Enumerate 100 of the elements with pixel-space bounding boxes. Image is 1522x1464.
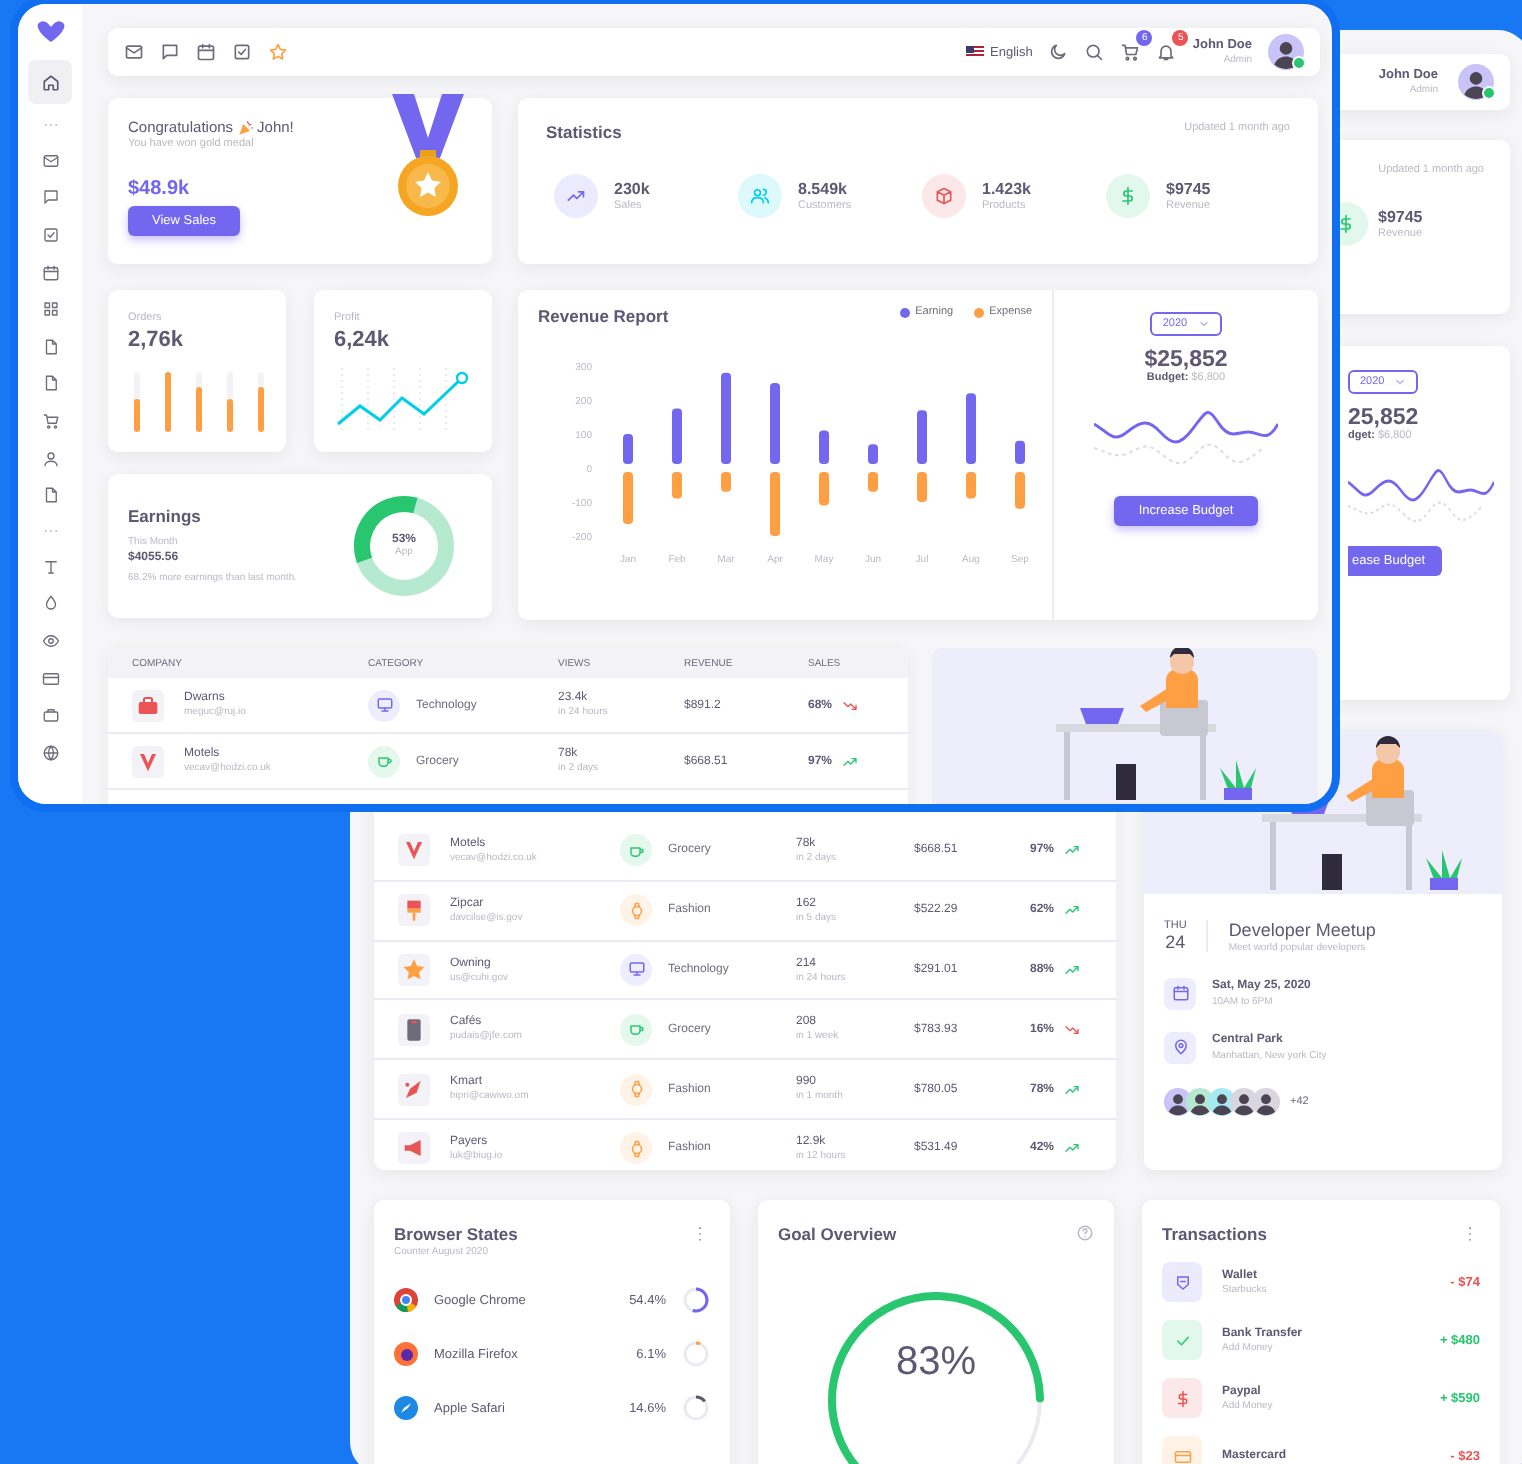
bar — [868, 444, 878, 464]
calendar-icon — [1171, 984, 1189, 1003]
moon-icon — [1048, 42, 1069, 62]
bell-button[interactable] — [1156, 42, 1177, 62]
briefcase-icon — [132, 689, 164, 721]
checkbox-button[interactable] — [232, 42, 252, 62]
bar — [917, 410, 927, 464]
bar — [623, 434, 633, 464]
bar — [672, 472, 682, 499]
megaphone-icon — [398, 1132, 430, 1165]
calendar-icon — [196, 42, 216, 62]
stat-value: $9745 — [1378, 208, 1423, 226]
chat-icon — [160, 42, 180, 62]
card-title: Goal Overview — [778, 1224, 897, 1244]
bar — [1015, 440, 1025, 464]
home-icon — [41, 73, 59, 91]
card-title: Earnings — [128, 505, 203, 529]
browser-icon — [394, 1342, 418, 1367]
chat-icon — [41, 188, 59, 207]
document-icon — [41, 337, 59, 356]
watch-icon — [627, 901, 645, 920]
droplet-icon — [41, 594, 59, 613]
chat-button[interactable] — [160, 42, 180, 62]
bar — [819, 430, 829, 464]
grid-icon — [41, 300, 59, 319]
card-title: Browser States — [394, 1224, 518, 1247]
watch-icon — [627, 1139, 645, 1158]
avatar — [1268, 34, 1304, 70]
line-sparkline — [334, 368, 472, 432]
star-icon — [398, 953, 430, 986]
type-icon — [41, 557, 59, 576]
search-button[interactable] — [1084, 42, 1105, 62]
checkbox-icon — [41, 225, 59, 244]
browser-icon — [394, 1396, 418, 1421]
credit-card-icon — [41, 669, 59, 688]
sales-amount: $48.9k — [128, 178, 192, 200]
donut-chart — [352, 494, 456, 598]
device-icon — [398, 1013, 430, 1046]
bar — [623, 472, 633, 525]
bar — [966, 393, 976, 464]
bar — [672, 408, 682, 464]
document-icon — [41, 374, 59, 393]
legend-dot — [899, 307, 910, 317]
avatar — [1458, 64, 1494, 100]
card-title: Transactions — [1162, 1224, 1267, 1244]
brush-icon — [398, 894, 430, 927]
card-title: Revenue Report — [538, 306, 669, 326]
monitor-icon — [627, 960, 645, 979]
logo-icon[interactable] — [35, 20, 65, 44]
event-title: Developer Meetup — [1228, 918, 1376, 942]
budget-amount: $25,852 — [1144, 348, 1228, 372]
legend-dot — [973, 307, 984, 317]
globe-icon — [41, 743, 59, 762]
bar — [1015, 472, 1025, 509]
stat-value: 8.549k — [798, 180, 849, 198]
envelope-button[interactable] — [124, 42, 144, 62]
briefcase-icon — [41, 706, 59, 725]
star-button[interactable] — [268, 42, 288, 62]
chevron-down-icon — [1394, 376, 1407, 388]
bar — [770, 472, 780, 536]
sidebar-item[interactable] — [28, 60, 72, 104]
goal-percent: 83% — [893, 1340, 979, 1386]
event-day: 24 — [1165, 933, 1186, 953]
cart-icon — [41, 411, 59, 430]
browser-icon — [394, 1288, 418, 1313]
profit-value: 6,24k — [334, 328, 392, 352]
chevron-down-icon — [1197, 318, 1210, 330]
dollar-icon — [1336, 214, 1356, 234]
eye-icon — [41, 631, 59, 650]
moon-button[interactable] — [1048, 42, 1069, 62]
checkbox-icon — [232, 42, 252, 62]
watch-icon — [627, 1080, 645, 1099]
cup-icon — [627, 1020, 645, 1039]
help-icon — [1076, 1224, 1094, 1242]
cart-button[interactable] — [1120, 42, 1141, 62]
search-icon — [1084, 42, 1105, 62]
flag-icon — [966, 46, 985, 58]
envelope-icon — [124, 42, 144, 62]
cart-icon — [1120, 42, 1141, 62]
bar — [770, 383, 780, 464]
stat-value: 230k — [614, 180, 650, 198]
mini-bar-chart — [128, 372, 266, 432]
bar — [868, 472, 878, 492]
bar — [721, 372, 731, 464]
stat-value: $9745 — [1166, 180, 1211, 198]
shield-icon — [398, 834, 430, 867]
envelope-icon — [41, 151, 59, 170]
bar — [819, 472, 829, 506]
calendar-button[interactable] — [196, 42, 216, 62]
cup-icon — [627, 841, 645, 860]
avatar — [1252, 1087, 1280, 1116]
star-icon — [268, 42, 288, 62]
bar — [917, 472, 927, 502]
user-icon — [41, 449, 59, 468]
location-pin-icon — [1171, 1038, 1189, 1057]
budget-amount: 25,852 — [1348, 406, 1419, 430]
orders-value: 2,76k — [128, 328, 186, 352]
document-icon — [41, 486, 59, 505]
bar — [721, 472, 731, 492]
bell-icon — [1156, 42, 1177, 62]
